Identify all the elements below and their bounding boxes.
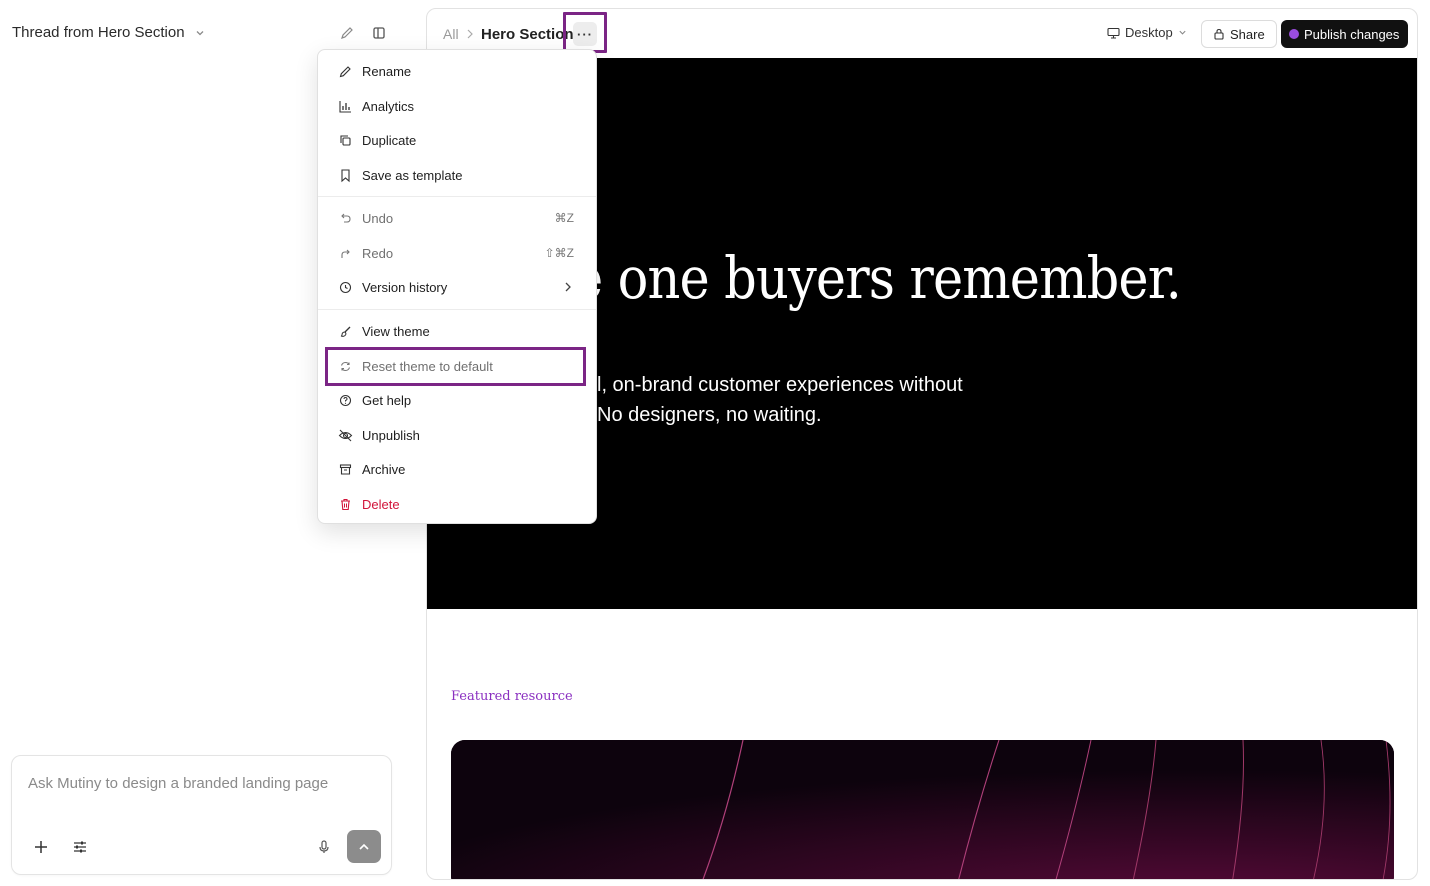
chevron-right-icon bbox=[467, 29, 473, 39]
menu-item-save-template[interactable]: Save as template bbox=[318, 160, 596, 190]
menu-item-label: Redo bbox=[362, 245, 394, 261]
composer-placeholder[interactable]: Ask Mutiny to design a branded landing p… bbox=[28, 775, 328, 792]
send-button[interactable] bbox=[347, 830, 381, 863]
thread-title[interactable]: Thread from Hero Section bbox=[12, 24, 205, 41]
menu-item-label: Duplicate bbox=[362, 132, 417, 148]
decorative-lines-image bbox=[451, 740, 1394, 879]
breadcrumb-all[interactable]: All bbox=[443, 26, 459, 42]
bookmark-icon bbox=[338, 168, 353, 183]
featured-label: Featured resource bbox=[451, 689, 573, 704]
arrow-up-icon bbox=[359, 843, 369, 850]
archive-icon bbox=[338, 462, 353, 477]
chevron-right-icon bbox=[565, 282, 571, 292]
paintbrush-icon bbox=[338, 324, 353, 339]
menu-item-label: Get help bbox=[362, 392, 412, 408]
copy-icon bbox=[338, 133, 353, 148]
plus-icon[interactable] bbox=[32, 838, 50, 856]
options-menu: Rename Analytics Duplicate Save as templ… bbox=[317, 49, 597, 524]
hero-subtitle: l, on-brand customer experiences without… bbox=[597, 370, 963, 430]
eye-off-icon bbox=[338, 428, 353, 443]
bar-chart-icon bbox=[338, 99, 353, 114]
shortcut-label: ⌘Z bbox=[554, 211, 574, 225]
share-label: Share bbox=[1230, 26, 1265, 42]
device-label: Desktop bbox=[1125, 25, 1173, 40]
share-button[interactable]: Share bbox=[1201, 20, 1277, 48]
menu-item-redo[interactable]: Redo ⇧⌘Z bbox=[318, 238, 596, 268]
menu-item-view-theme[interactable]: View theme bbox=[318, 316, 596, 346]
hero-subtitle-line2: No designers, no waiting. bbox=[597, 404, 822, 426]
breadcrumb-current[interactable]: Hero Section bbox=[481, 26, 574, 43]
menu-item-analytics[interactable]: Analytics bbox=[318, 91, 596, 121]
menu-item-label: Rename bbox=[362, 63, 412, 79]
menu-item-label: Delete bbox=[362, 496, 400, 512]
menu-item-unpublish[interactable]: Unpublish bbox=[318, 420, 596, 450]
device-selector[interactable]: Desktop bbox=[1107, 25, 1187, 40]
edit-icon[interactable] bbox=[339, 25, 355, 41]
monitor-icon bbox=[1107, 27, 1120, 39]
menu-item-archive[interactable]: Archive bbox=[318, 454, 596, 484]
menu-item-label: Version history bbox=[362, 279, 448, 295]
chevron-down-icon bbox=[1179, 30, 1186, 35]
redo-icon bbox=[338, 246, 353, 261]
menu-item-undo[interactable]: Undo ⌘Z bbox=[318, 203, 596, 233]
reset-theme-highlight bbox=[325, 347, 586, 386]
sidebar-toggle-icon[interactable] bbox=[371, 25, 387, 41]
sliders-icon[interactable] bbox=[71, 838, 89, 856]
menu-item-get-help[interactable]: Get help bbox=[318, 385, 596, 415]
undo-icon bbox=[338, 211, 353, 226]
publish-button[interactable]: Publish changes bbox=[1281, 20, 1409, 48]
lock-icon bbox=[1214, 28, 1224, 40]
microphone-icon[interactable] bbox=[315, 838, 333, 856]
thread-title-label: Thread from Hero Section bbox=[12, 24, 185, 41]
menu-item-label: View theme bbox=[362, 323, 430, 339]
menu-item-delete[interactable]: Delete bbox=[318, 489, 596, 519]
menu-item-label: Undo bbox=[362, 210, 394, 226]
menu-divider bbox=[318, 196, 596, 197]
publish-label: Publish changes bbox=[1304, 26, 1400, 42]
trash-icon bbox=[338, 497, 353, 512]
menu-item-label: Unpublish bbox=[362, 427, 420, 443]
menu-divider bbox=[318, 309, 596, 310]
menu-item-label: Archive bbox=[362, 461, 406, 477]
clock-icon bbox=[338, 280, 353, 295]
more-button-highlight bbox=[563, 12, 607, 53]
hero-subtitle-line1: l, on-brand customer experiences without bbox=[597, 374, 963, 396]
help-circle-icon bbox=[338, 393, 353, 408]
menu-item-version-history[interactable]: Version history bbox=[318, 272, 596, 302]
status-dot-icon bbox=[1289, 29, 1299, 39]
chat-composer[interactable]: Ask Mutiny to design a branded landing p… bbox=[11, 755, 392, 875]
featured-card[interactable] bbox=[451, 740, 1394, 879]
shortcut-label: ⇧⌘Z bbox=[544, 246, 574, 260]
menu-item-label: Analytics bbox=[362, 98, 415, 114]
menu-item-rename[interactable]: Rename bbox=[318, 56, 596, 86]
menu-item-label: Save as template bbox=[362, 167, 463, 183]
menu-item-duplicate[interactable]: Duplicate bbox=[318, 125, 596, 155]
chevron-down-icon bbox=[196, 30, 204, 35]
pencil-icon bbox=[338, 64, 353, 79]
hero-title: e one buyers remember. bbox=[573, 244, 1182, 312]
